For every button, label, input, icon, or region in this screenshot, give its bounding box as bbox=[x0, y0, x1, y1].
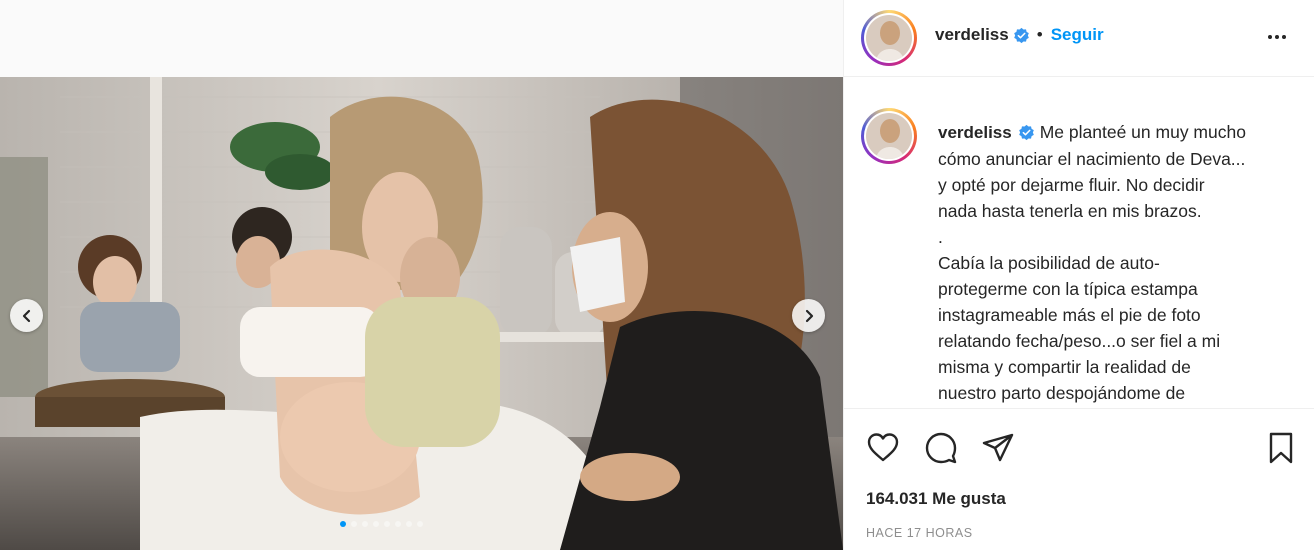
carousel-next-button[interactable] bbox=[792, 299, 825, 332]
like-count[interactable]: 164.031 Me gusta bbox=[866, 489, 1006, 509]
caption-username[interactable]: verdeliss bbox=[938, 123, 1012, 142]
chevron-right-icon bbox=[805, 309, 813, 322]
carousel-dot bbox=[417, 521, 423, 527]
avatar[interactable] bbox=[861, 10, 917, 66]
caption-line: verdeliss Me planteé un muy mucho bbox=[938, 119, 1298, 146]
carousel-dot bbox=[395, 521, 401, 527]
profile-photo bbox=[866, 113, 912, 159]
carousel-dot bbox=[340, 521, 346, 527]
carousel-dot bbox=[362, 521, 368, 527]
heart-icon bbox=[867, 433, 899, 462]
share-button[interactable] bbox=[981, 431, 1015, 465]
caption-avatar[interactable] bbox=[861, 108, 917, 164]
post-header: verdeliss • Seguir bbox=[844, 0, 1314, 77]
caption-line: nuestro parto despojándome de bbox=[938, 383, 1186, 403]
separator-dot: • bbox=[1036, 25, 1043, 44]
post-photo bbox=[0, 77, 843, 550]
caption-line: Cabía la posibilidad de auto- bbox=[938, 253, 1160, 273]
verified-badge-icon bbox=[1018, 124, 1034, 141]
caption-line: cómo anunciar el nacimiento de Deva... bbox=[938, 149, 1246, 169]
post-media[interactable] bbox=[0, 77, 843, 550]
share-icon bbox=[982, 433, 1014, 462]
more-options-icon[interactable] bbox=[1268, 35, 1286, 39]
profile-photo bbox=[866, 15, 912, 61]
caption-line: instagrameable más el pie de foto bbox=[938, 305, 1201, 325]
verified-badge-icon bbox=[1013, 27, 1029, 43]
caption-line: . bbox=[938, 227, 943, 247]
carousel-dot bbox=[406, 521, 412, 527]
bookmark-icon bbox=[1269, 432, 1293, 464]
carousel-dot bbox=[384, 521, 390, 527]
caption-text: verdeliss Me planteé un muy mucho cómo a… bbox=[938, 119, 1298, 408]
post-actions: 164.031 Me gusta HACE 17 HORAS bbox=[844, 408, 1314, 550]
comment-icon bbox=[925, 432, 957, 464]
post-timestamp[interactable]: HACE 17 HORAS bbox=[866, 526, 973, 540]
carousel-prev-button[interactable] bbox=[10, 299, 43, 332]
save-button[interactable] bbox=[1264, 431, 1298, 465]
like-button[interactable] bbox=[866, 431, 900, 465]
follow-button[interactable]: Seguir bbox=[1051, 25, 1104, 45]
media-top-area bbox=[0, 0, 843, 77]
caption-line: y opté por dejarme fluir. No decidir bbox=[938, 175, 1205, 195]
caption-section: verdeliss Me planteé un muy mucho cómo a… bbox=[844, 78, 1314, 408]
post-side-panel: verdeliss • Seguir verdeliss Me planteé … bbox=[843, 0, 1314, 550]
chevron-left-icon bbox=[22, 309, 30, 322]
carousel-dot bbox=[373, 521, 379, 527]
caption-line: relatando fecha/peso...o ser fiel a mi bbox=[938, 331, 1221, 351]
comment-button[interactable] bbox=[924, 431, 958, 465]
caption-line-text: Me planteé un muy mucho bbox=[1039, 122, 1246, 142]
carousel-indicator bbox=[340, 521, 423, 527]
caption-line: misma y compartir la realidad de bbox=[938, 357, 1191, 377]
caption-line: protegerme con la típica estampa bbox=[938, 279, 1198, 299]
header-username[interactable]: verdeliss bbox=[935, 25, 1009, 45]
caption-line: nada hasta tenerla en mis brazos. bbox=[938, 201, 1202, 221]
carousel-dot bbox=[351, 521, 357, 527]
